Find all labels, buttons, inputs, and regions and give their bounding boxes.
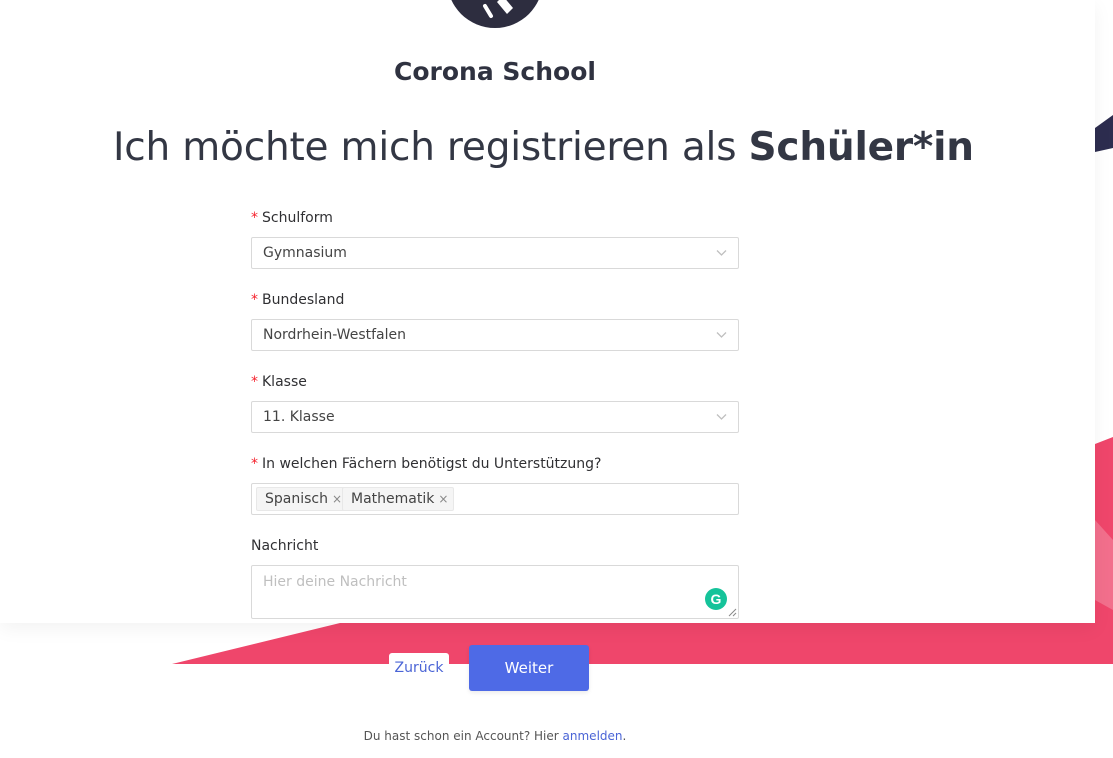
chevron-down-icon [716, 250, 727, 256]
login-hint-text: Du hast schon ein Account? Hier [363, 729, 559, 743]
schulform-label-text: Schulform [262, 210, 333, 226]
close-icon[interactable]: × [332, 492, 342, 506]
faecher-label: * In welchen Fächern benötigst du Unterst… [251, 456, 601, 472]
required-marker: * [251, 456, 258, 472]
login-hint: Du hast schon ein Account? Hier anmelden… [0, 729, 990, 743]
login-link[interactable]: anmelden [563, 729, 623, 743]
required-marker: * [251, 210, 258, 226]
bundesland-select[interactable]: Nordrhein-Westfalen [251, 319, 739, 351]
decor-navy-stripe [1095, 115, 1113, 152]
next-button[interactable]: Weiter [469, 645, 589, 691]
klasse-label-text: Klasse [262, 374, 307, 390]
schulform-label: * Schulform [251, 210, 333, 226]
schulform-value: Gymnasium [263, 245, 347, 261]
back-button[interactable]: Zurück [389, 653, 449, 683]
subject-tag: Spanisch × [256, 487, 349, 511]
required-marker: * [251, 292, 258, 308]
bundesland-value: Nordrhein-Westfalen [263, 327, 406, 343]
required-marker: * [251, 374, 258, 390]
nachricht-label: Nachricht [251, 538, 319, 554]
faecher-label-text: In welchen Fächern benötigst du Unterstü… [262, 456, 602, 472]
subject-tag: Mathematik × [342, 487, 455, 511]
bundesland-label-text: Bundesland [262, 292, 345, 308]
logo-icon [447, 0, 543, 28]
faecher-multiselect[interactable]: Spanisch × Mathematik × [251, 483, 739, 515]
subject-tag-label: Mathematik [351, 491, 435, 507]
brand-name: Corona School [394, 57, 596, 86]
klasse-select[interactable]: 11. Klasse [251, 401, 739, 433]
title-prefix: Ich möchte mich registrieren als [113, 125, 737, 170]
klasse-label: * Klasse [251, 374, 307, 390]
title-role: Schüler*in [748, 125, 975, 170]
grammarly-icon[interactable]: G [705, 588, 727, 610]
close-icon[interactable]: × [438, 492, 448, 506]
klasse-value: 11. Klasse [263, 409, 335, 425]
page-title: Ich möchte mich registrieren als Schüler… [113, 125, 974, 170]
bundesland-label: * Bundesland [251, 292, 344, 308]
resize-handle-icon[interactable] [728, 608, 737, 617]
schulform-select[interactable]: Gymnasium [251, 237, 739, 269]
registration-card: Corona School Ich möchte mich registrier… [0, 0, 1095, 623]
nachricht-textarea[interactable]: Hier deine Nachricht G [251, 565, 739, 619]
login-hint-suffix: . [622, 729, 627, 743]
chevron-down-icon [716, 414, 727, 420]
nachricht-placeholder: Hier deine Nachricht [263, 574, 407, 590]
subject-tag-label: Spanisch [265, 491, 328, 507]
chevron-down-icon [716, 332, 727, 338]
